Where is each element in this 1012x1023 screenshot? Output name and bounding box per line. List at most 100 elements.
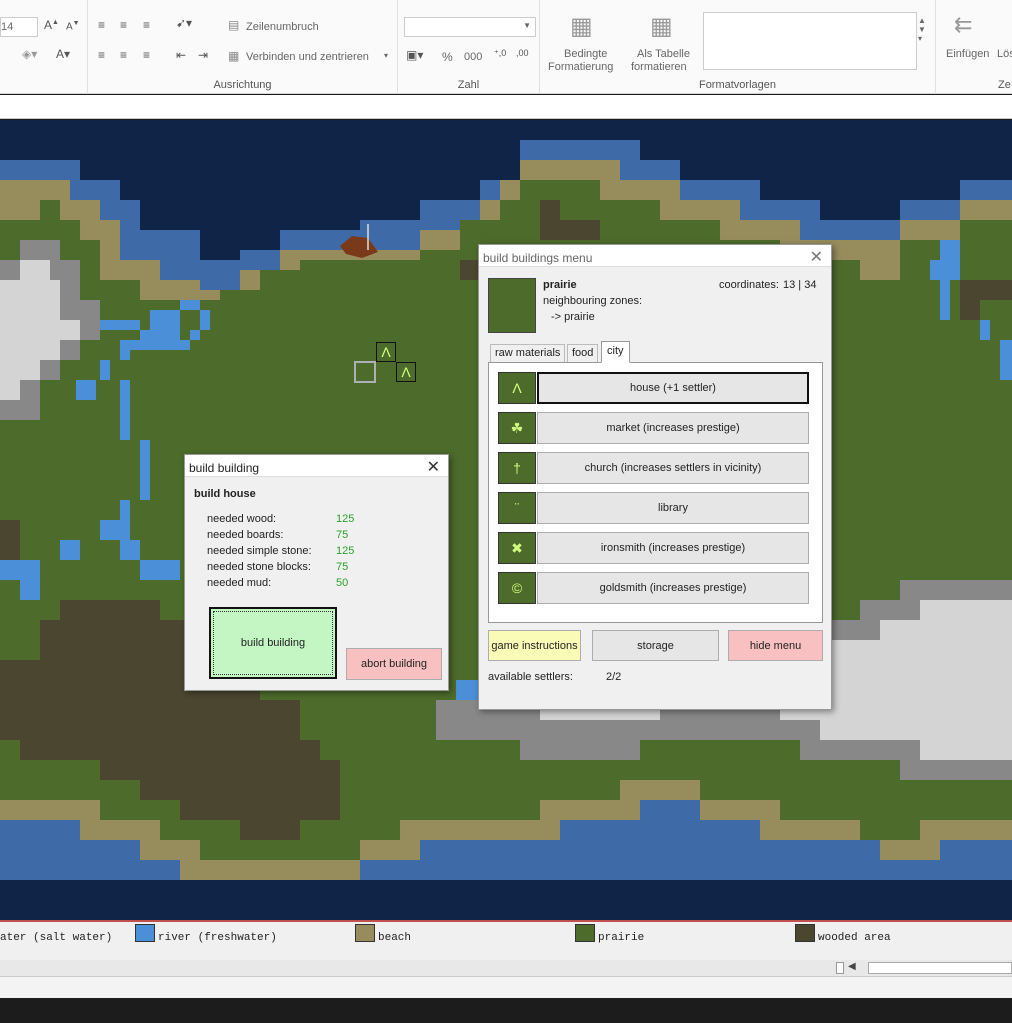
align-right-icon[interactable]: ≡ [143,48,150,62]
align-top-icon[interactable]: ≡ [98,18,105,32]
build-building-dialog: build building ✕ build house needed wood… [184,454,449,691]
tab-raw-materials[interactable]: raw materials [490,344,566,362]
menu-title-bar: build buildings menu ✕ [479,245,831,267]
dialog-title-bar: build building ✕ [185,455,448,477]
delete-button[interactable]: Lös [997,48,1012,60]
build-building-button[interactable]: build building [209,607,337,679]
church-icon: † [498,452,536,484]
wrap-text-button[interactable]: Zeilenumbruch [246,21,319,33]
orientation-icon[interactable]: ➹▾ [176,16,192,30]
legend-swatch-river [135,924,155,942]
increase-decimal-icon[interactable]: ⁺,0 [494,48,506,59]
ironsmith-button[interactable]: ironsmith (increases prestige) [537,532,809,564]
available-settlers-label: available settlers: [488,671,573,683]
game-instructions-button[interactable]: game instructions [488,630,581,661]
sheet-scroll-area: ◀ [0,960,1012,976]
requirement-label: needed wood: [207,513,277,525]
decrease-indent-icon[interactable]: ⇤ [176,48,186,62]
requirement-label: needed simple stone: [207,545,312,557]
abort-building-button[interactable]: abort building [346,648,442,680]
house-button[interactable]: house (+1 settler) [537,372,809,404]
align-middle-icon[interactable]: ≡ [120,18,127,32]
font-color-icon[interactable]: A▾ [56,47,70,61]
conditional-format-icon: ▦ [570,13,593,40]
number-group-label: Zahl [457,79,480,91]
number-group: ▼ ▣▾ % 000 ⁺,0 ,00 Zahl [398,0,540,94]
market-button[interactable]: market (increases prestige) [537,412,809,444]
building-row-library: ¨ library [498,492,810,524]
align-center-icon[interactable]: ≡ [120,48,127,62]
neighbour-zones-value: -> prairie [551,311,595,323]
ironsmith-icon: ✖ [498,532,536,564]
insert-button[interactable]: Einfügen [946,48,989,60]
percent-button[interactable]: % [442,50,453,64]
conditional-format-label-1[interactable]: Bedingte [564,48,607,60]
storage-button[interactable]: storage [592,630,719,661]
house-marker-icon[interactable]: Λ [396,362,416,382]
requirement-value: 125 [336,545,355,557]
house-icon: Λ [498,372,536,404]
coordinates-label: coordinates: [719,279,779,291]
currency-icon[interactable]: ▣▾ [406,48,423,62]
tab-panel: Λ house (+1 settler) ☘ market (increases… [488,362,823,623]
increase-indent-icon[interactable]: ⇥ [198,48,208,62]
merge-icon: ▦ [228,49,240,63]
market-icon: ☘ [498,412,536,444]
format-as-table-icon: ▦ [650,13,673,40]
status-bar [0,976,1012,998]
merge-center-button[interactable]: Verbinden und zentrieren [246,51,369,63]
gallery-scroll-icon[interactable]: ▲ ▼ ▾ [918,16,926,43]
fill-color-icon[interactable]: ◈▾ [22,47,37,61]
close-icon[interactable]: ✕ [810,247,823,267]
requirement-label: needed mud: [207,577,272,589]
number-format-select[interactable]: ▼ [404,17,536,37]
legend-swatch-beach [355,924,375,942]
alignment-group: ≡ ≡ ≡ ➹▾ ≡ ≡ ≡ ⇤ ⇥ ▤ Zeilenumbruch ▦ Ver… [88,0,398,94]
font-size-select[interactable]: 14 [0,17,38,37]
coordinates-value: 13 | 34 [783,279,817,291]
legend-river: river (freshwater) [158,932,277,944]
cell-styles-gallery[interactable] [703,12,917,70]
legend-beach: beach [378,932,412,944]
goldsmith-icon: © [498,572,536,604]
close-icon[interactable]: ✕ [427,457,440,477]
align-bottom-icon[interactable]: ≡ [143,18,150,32]
formula-bar[interactable] [0,95,1012,119]
legend-salt-water: ater (salt water) [0,932,113,944]
library-icon: ¨ [498,492,536,524]
wrap-text-icon: ▤ [228,18,240,32]
scroll-left-icon[interactable]: ◀ [848,961,856,972]
house-marker-icon[interactable]: Λ [376,342,396,362]
merge-dropdown-icon[interactable]: ▾ [384,51,388,60]
tab-city[interactable]: city [601,341,630,363]
requirement-label: needed boards: [207,529,284,541]
requirement-label: needed stone blocks: [207,561,311,573]
legend-wooded-area: wooded area [818,932,891,944]
cells-group-label: Ze [998,79,1011,91]
tab-food[interactable]: food [567,344,599,362]
shrink-font-icon[interactable]: A▼ [66,20,80,32]
align-left-icon[interactable]: ≡ [98,48,105,62]
sheet-tab-splitter[interactable] [836,962,844,974]
ribbon: 14 A▲ A▼ ◈▾ A▾ ≡ ≡ ≡ ➹▾ ≡ ≡ ≡ ⇤ ⇥ ▤ Zeil… [0,0,1012,94]
church-button[interactable]: church (increases settlers in vicinity) [537,452,809,484]
legend-swatch-wooded [795,924,815,942]
hide-menu-button[interactable]: hide menu [728,630,823,661]
goldsmith-button[interactable]: goldsmith (increases prestige) [537,572,809,604]
available-settlers-value: 2/2 [606,671,622,683]
building-heading: build house [194,488,256,500]
decrease-decimal-icon[interactable]: ,00 [516,48,529,58]
thousands-button[interactable]: 000 [464,51,482,63]
requirement-value: 50 [336,577,349,589]
format-as-table-label-1[interactable]: Als Tabelle [637,48,690,60]
building-row-church: † church (increases settlers in vicinity… [498,452,810,484]
format-as-table-label-2[interactable]: formatieren [631,61,687,73]
requirement-value: 75 [336,561,349,573]
conditional-format-label-2[interactable]: Formatierung [548,61,613,73]
neighbour-zones-label: neighbouring zones: [543,295,643,307]
taskbar [0,998,1012,1023]
zone-name: prairie [543,279,577,291]
library-button[interactable]: library [537,492,809,524]
grow-font-icon[interactable]: A▲ [44,18,59,32]
horizontal-scrollbar[interactable] [868,962,1012,974]
